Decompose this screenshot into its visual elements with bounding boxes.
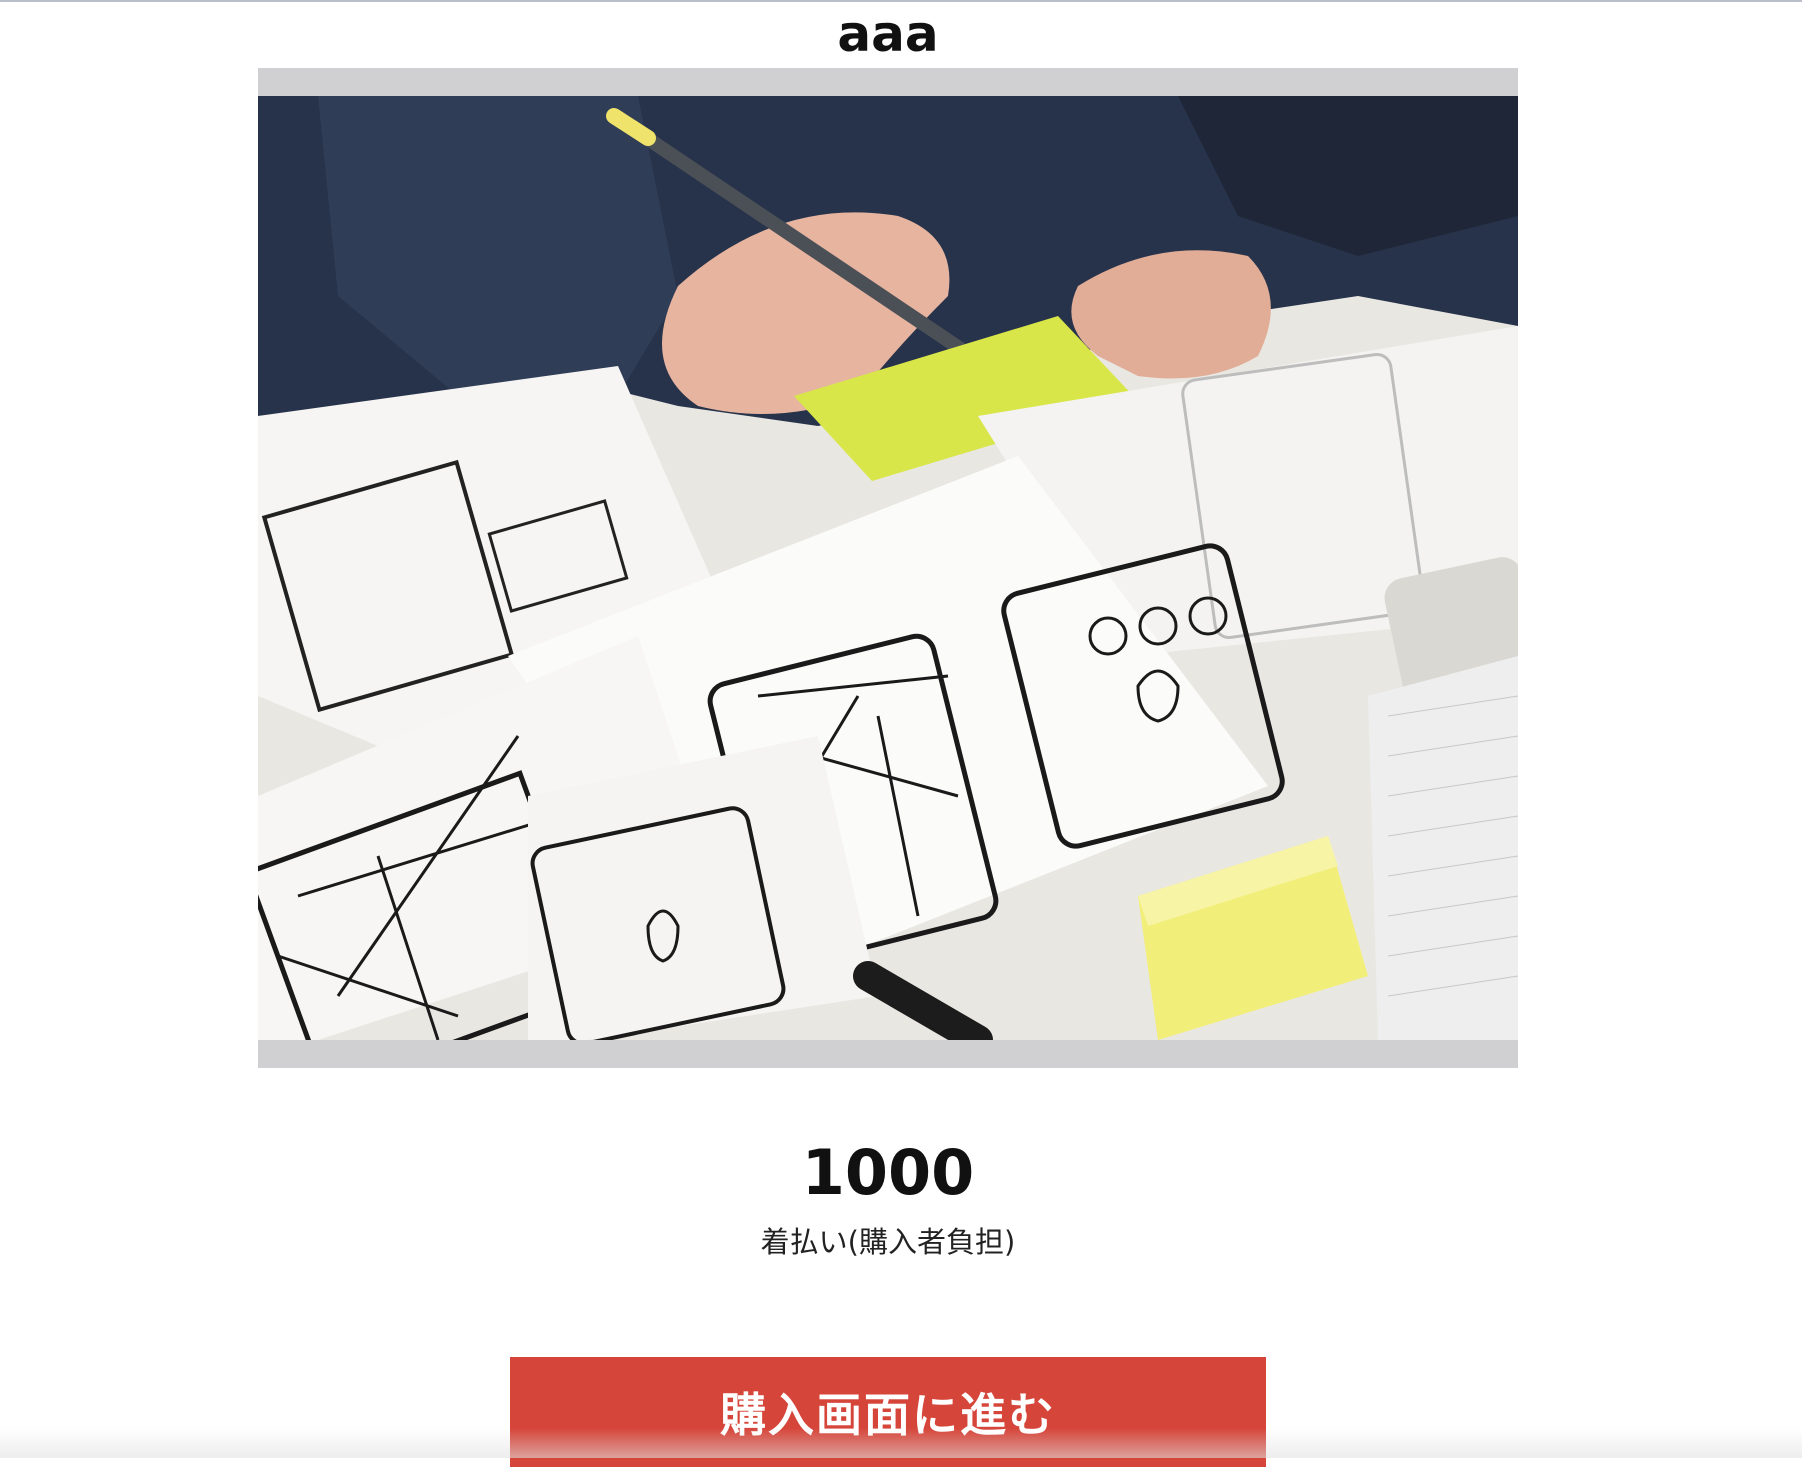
item-photo[interactable]	[258, 96, 1518, 1040]
top-border	[0, 0, 1802, 2]
item-photo-image	[258, 96, 1518, 1040]
item-price: 1000	[801, 1136, 975, 1209]
item-title: aaa	[837, 5, 939, 63]
item-photo-frame	[258, 68, 1518, 1068]
proceed-to-purchase-button[interactable]: 購入画面に進む	[510, 1357, 1266, 1467]
shipping-fee-label: 着払い(購入者負担)	[760, 1225, 1016, 1259]
